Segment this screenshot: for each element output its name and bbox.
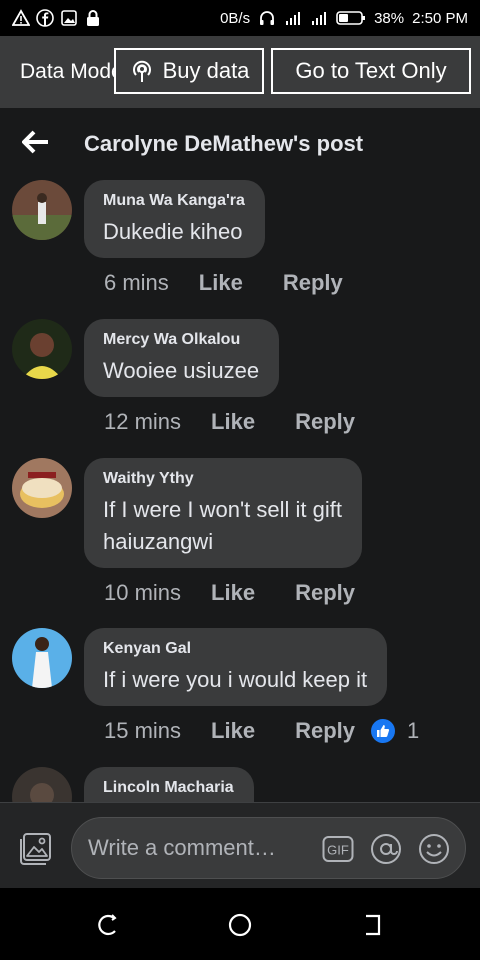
comment-bubble[interactable]: Waithy Ythy If I were I won't sell it gi… [84,458,362,568]
home-icon[interactable] [227,912,253,938]
comment-author[interactable]: Waithy Ythy [103,470,342,488]
status-left-icons [12,9,102,27]
comment-composer: GIF [0,802,480,888]
buy-data-label: Buy data [162,58,250,83]
back-icon[interactable] [360,912,386,938]
status-right: 0B/s 38% 2:50 PM [220,9,468,27]
photo-icon[interactable] [18,831,54,867]
comment-actions: 15 mins Like Reply 1 [104,718,419,744]
like-button[interactable]: Like [199,270,243,296]
comment-author[interactable]: Muna Wa Kanga'ra [103,192,245,210]
avatar[interactable] [12,180,72,240]
reaction-count: 1 [407,718,420,743]
recent-apps-icon[interactable] [95,912,121,938]
comment-actions: 6 mins Like Reply [104,270,343,296]
emoji-icon[interactable] [418,833,450,865]
clock: 2:50 PM [412,9,468,27]
headphones-icon [260,11,275,25]
data-mode-label: Data Mode [20,60,120,83]
back-arrow-icon[interactable] [22,130,50,154]
broadcast-icon [132,60,151,82]
signal-icon [286,12,301,25]
gif-icon[interactable]: GIF [322,833,354,865]
reply-button[interactable]: Reply [295,409,355,435]
comment-text: Wooiee usiuzee [103,358,260,383]
avatar[interactable] [12,767,72,802]
avatar[interactable] [12,319,72,379]
comments-screen: Carolyne DeMathew's post Muna Wa Kanga'r… [0,108,480,802]
comment-text: Dukedie kiheo [103,219,243,244]
reply-button[interactable]: Reply [295,580,355,606]
avatar[interactable] [12,628,72,688]
comment-actions: 12 mins Like Reply [104,409,355,435]
warning-icon [12,9,30,26]
reply-button[interactable]: Reply [283,270,343,296]
comment-text-line: haiuzangwi [103,529,214,554]
buy-data-button[interactable]: Buy data [114,48,264,94]
reply-button[interactable]: Reply [295,718,355,744]
network-speed: 0B/s [220,9,251,27]
comment-time: 10 mins [104,580,182,605]
lock-icon [87,10,99,26]
signal-icon-2 [312,12,327,25]
like-button[interactable]: Like [211,718,255,744]
comment-bubble[interactable]: Lincoln Macharia [84,767,254,802]
thumbs-up-icon [371,719,395,743]
facebook-icon [36,9,54,27]
system-nav-bar [0,888,480,960]
comment-time: 15 mins [104,718,182,743]
comment-text-line: If I were I won't sell it gift [103,497,342,522]
status-bar: 0B/s 38% 2:50 PM [0,0,480,36]
comment-text: If i were you i would keep it [103,667,368,692]
comment-actions: 10 mins Like Reply [104,580,355,606]
battery-icon [336,11,366,25]
reaction-summary[interactable]: 1 [371,718,419,744]
text-only-label: Go to Text Only [295,58,447,83]
avatar[interactable] [12,458,72,518]
page-title: Carolyne DeMathew's post [84,131,364,156]
like-button[interactable]: Like [211,580,255,606]
comment-bubble[interactable]: Mercy Wa Olkalou Wooiee usiuzee [84,319,280,397]
battery-level: 38% [374,9,405,27]
comment-time: 6 mins [104,270,169,295]
data-mode-bar: Data Mode Buy data Go to Text Only [0,36,480,108]
comment-bubble[interactable]: Muna Wa Kanga'ra Dukedie kiheo [84,180,265,258]
comment-author[interactable]: Lincoln Macharia [103,779,234,797]
gif-label: GIF [327,843,349,858]
gallery-icon [61,10,77,26]
mention-icon[interactable] [370,833,402,865]
comment-author[interactable]: Mercy Wa Olkalou [103,331,259,349]
text-only-button[interactable]: Go to Text Only [271,48,471,94]
comment-bubble[interactable]: Kenyan Gal If i were you i would keep it [84,628,388,706]
comment-input[interactable] [71,817,466,879]
comment-text: If I were I won't sell it gift haiuzangw… [103,494,342,558]
comment-time: 12 mins [104,409,182,434]
comment-author[interactable]: Kenyan Gal [103,640,367,658]
like-button[interactable]: Like [211,409,255,435]
